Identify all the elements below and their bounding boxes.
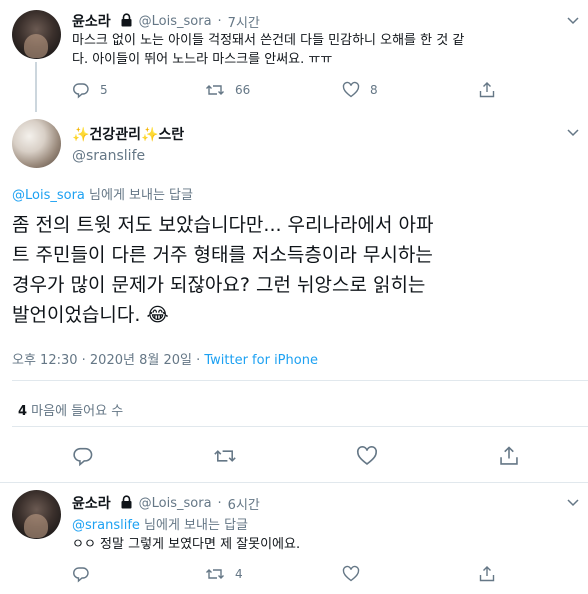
like-button[interactable]: 8 [342,81,378,99]
reply-icon [73,447,93,467]
retweet-button[interactable]: 66 [205,81,250,99]
handle[interactable]: @sranslife [72,148,184,164]
likes-stat[interactable]: 4 마음에 들어요 수 [18,400,123,419]
reply-button[interactable] [72,445,94,467]
reply-icon [73,83,89,99]
tweet-text: 마스크 없이 노는 아이들 걱정돼서 쓴건데 다들 민감하니 오해를 한 것 같… [72,33,465,67]
emoji: 😂 [146,304,169,326]
share-icon [500,446,518,465]
avatar[interactable] [12,119,61,168]
reply-button[interactable]: 5 [72,81,108,99]
divider [12,380,588,381]
retweet-count: 4 [235,567,243,581]
thread-line [35,62,37,112]
retweet-icon [214,450,236,462]
like-button[interactable] [356,445,378,467]
reply-button[interactable] [72,565,90,583]
display-name[interactable]: 윤소라 [72,493,111,513]
retweet-button[interactable] [213,445,237,467]
heart-icon [342,565,360,582]
chevron-down-icon[interactable] [565,12,581,28]
heart-icon [357,446,377,465]
handle[interactable]: @Lois_sora [139,496,212,511]
chevron-down-icon[interactable] [565,124,581,140]
display-name[interactable]: 윤소라 [72,11,111,31]
reply-icon [73,567,89,583]
share-button[interactable] [478,565,496,583]
separator: · [217,13,222,29]
share-button[interactable] [478,81,496,99]
heart-icon [342,81,360,98]
timestamp[interactable]: 7시간 [228,12,260,31]
avatar[interactable] [12,490,61,539]
reply-to-link[interactable]: @Lois_sora [12,188,85,203]
reply-count: 5 [100,83,108,97]
timestamp[interactable]: 6시간 [228,494,260,513]
like-button[interactable] [342,565,360,583]
reply-to-link[interactable]: @sranslife [72,518,140,533]
share-icon [479,566,495,582]
divider [12,426,588,427]
lock-icon [120,12,133,31]
display-name[interactable]: ✨건강관리✨스란 [72,124,184,144]
tweet-timestamp: 오후 12:30 · 2020년 8월 20일 · Twitter for iP… [12,353,318,368]
like-count: 8 [370,83,378,97]
avatar[interactable] [12,10,61,59]
lock-icon [120,494,133,513]
separator: · [217,495,222,511]
share-icon [479,82,495,98]
retweet-icon [206,569,224,579]
divider [0,482,588,483]
reply-context: @Lois_sora 님에게 보내는 답글 [12,188,193,203]
tweet-text: ㅇㅇ 정말 그렇게 보였다면 제 잘못이에요. [72,537,301,552]
chevron-down-icon[interactable] [565,494,581,510]
tweet-text: 좀 전의 트윗 저도 보았습니다만... 우리나라에서 아파 트 주민들이 다른… [12,214,434,326]
source-link[interactable]: Twitter for iPhone [204,353,318,368]
retweet-count: 66 [235,83,251,97]
retweet-button[interactable]: 4 [205,565,243,583]
handle[interactable]: @Lois_sora [139,14,212,29]
share-button[interactable] [498,445,520,467]
retweet-icon [206,85,224,95]
reply-context: @sranslife 님에게 보내는 답글 [72,518,248,533]
